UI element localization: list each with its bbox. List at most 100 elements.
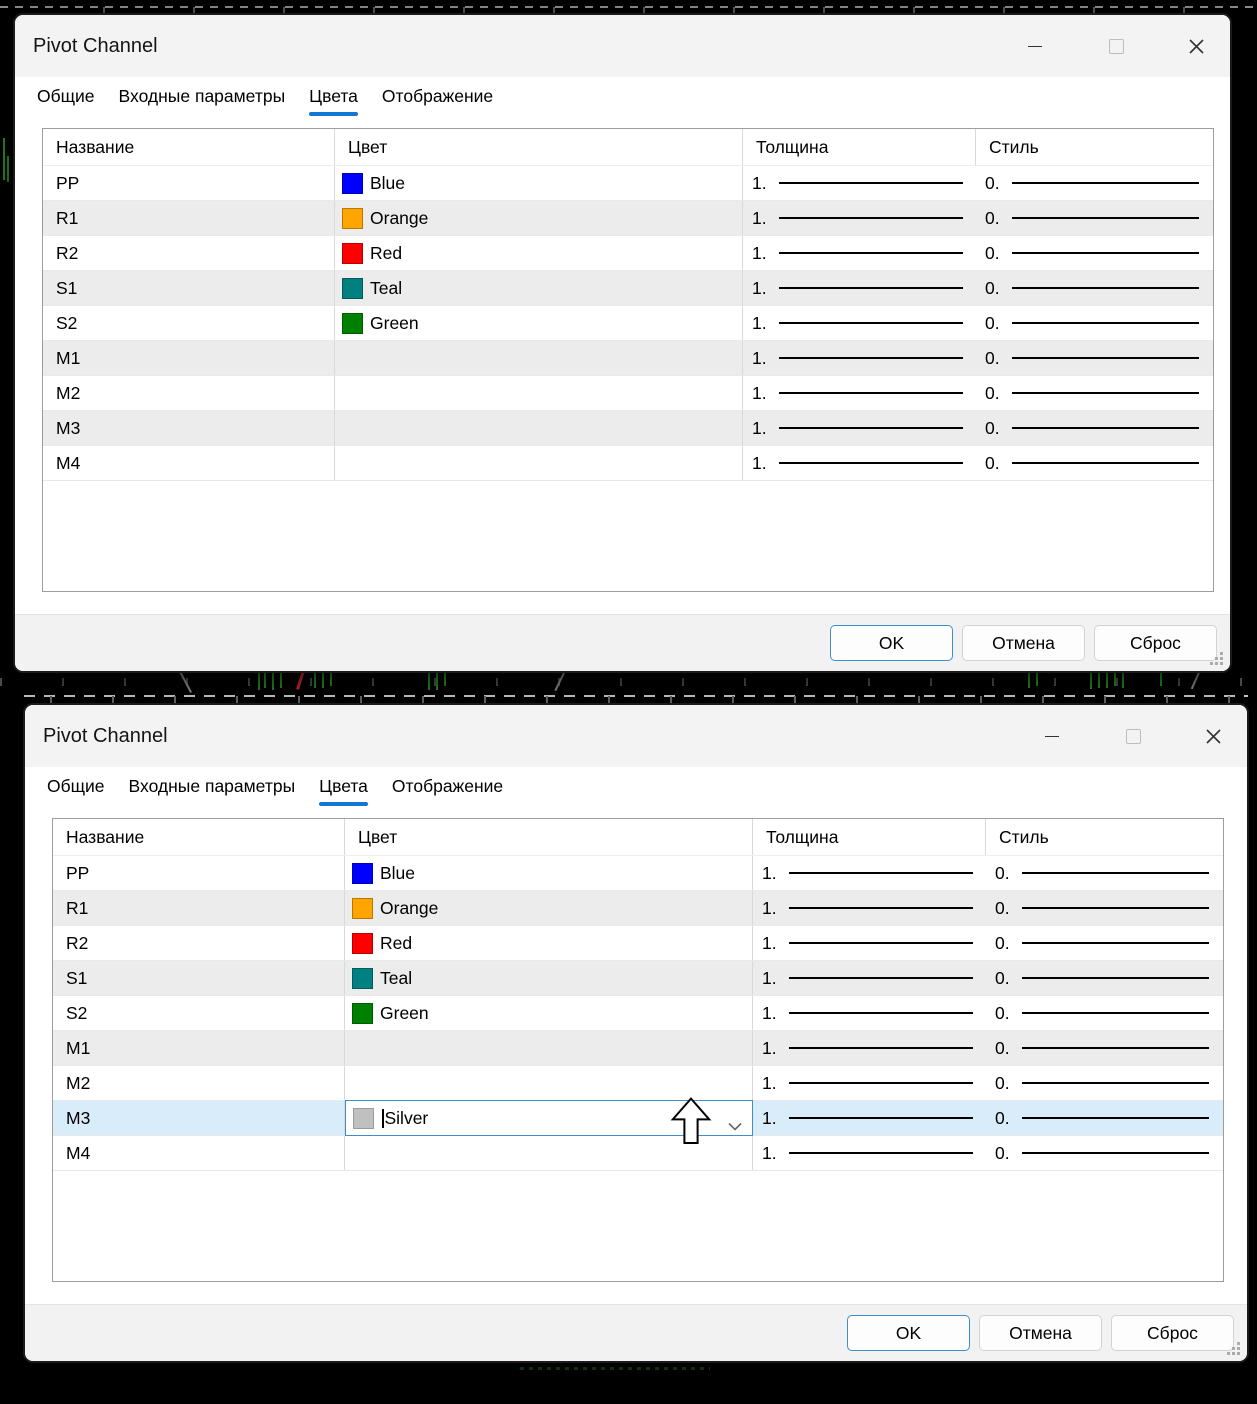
table-row[interactable]: R1 Orange 1. 0. — [53, 891, 1223, 926]
row-thickness-cell[interactable]: 1. — [743, 306, 976, 340]
table-row[interactable]: M3 1. 0. Silver — [53, 1100, 1223, 1136]
tab-colors[interactable]: Цвета — [309, 83, 358, 116]
row-style-cell[interactable]: 0. — [976, 271, 1213, 305]
row-color-cell[interactable]: Orange — [345, 891, 753, 925]
cancel-button[interactable]: Отмена — [979, 1315, 1102, 1351]
tab-visualization[interactable]: Отображение — [392, 773, 503, 797]
maximize-button[interactable] — [1093, 15, 1139, 77]
resize-grip[interactable] — [1237, 1342, 1240, 1345]
color-label: Green — [380, 1002, 429, 1023]
row-style-cell[interactable]: 0. — [976, 411, 1213, 445]
row-thickness-cell[interactable]: 1. — [753, 1136, 986, 1170]
table-row[interactable]: M4 1. 0. — [53, 1136, 1223, 1171]
row-style-cell[interactable]: 0. — [986, 961, 1223, 995]
row-color-cell[interactable]: Blue — [345, 856, 753, 890]
row-thickness-cell[interactable]: 1. — [753, 1066, 986, 1100]
row-style-cell[interactable]: 0. — [986, 1066, 1223, 1100]
minimize-button[interactable] — [1029, 705, 1075, 767]
row-thickness-cell[interactable]: 1. — [753, 961, 986, 995]
row-thickness-cell[interactable]: 1. — [743, 236, 976, 270]
row-color-cell[interactable]: Orange — [335, 201, 743, 235]
reset-button[interactable]: Сброс — [1111, 1315, 1234, 1351]
table-row[interactable]: M1 1. 0. — [43, 341, 1213, 376]
close-button[interactable] — [1173, 15, 1219, 77]
row-thickness-cell[interactable]: 1. — [743, 446, 976, 480]
row-style-cell[interactable]: 0. — [976, 201, 1213, 235]
row-style-cell[interactable]: 0. — [976, 341, 1213, 375]
row-color-cell[interactable]: Blue — [335, 166, 743, 200]
row-color-cell[interactable] — [345, 1136, 753, 1170]
row-thickness-cell[interactable]: 1. — [753, 891, 986, 925]
row-style-cell[interactable]: 0. — [976, 446, 1213, 480]
tab-inputs[interactable]: Входные параметры — [119, 83, 286, 107]
row-thickness-cell[interactable]: 1. — [743, 201, 976, 235]
row-color-cell[interactable] — [335, 411, 743, 445]
maximize-button[interactable] — [1110, 705, 1156, 767]
row-color-cell[interactable]: Teal — [345, 961, 753, 995]
table-row[interactable]: M4 1. 0. — [43, 446, 1213, 481]
row-thickness-cell[interactable]: 1. — [753, 856, 986, 890]
reset-button[interactable]: Сброс — [1094, 625, 1217, 661]
row-thickness-cell[interactable]: 1. — [743, 166, 976, 200]
tab-common[interactable]: Общие — [47, 773, 105, 797]
chevron-down-icon[interactable] — [728, 1115, 742, 1136]
table-row[interactable]: S2 Green 1. 0. — [43, 306, 1213, 341]
tab-inputs[interactable]: Входные параметры — [129, 773, 296, 797]
titlebar[interactable]: Pivot Channel — [25, 705, 1247, 767]
table-row[interactable]: M1 1. 0. — [53, 1031, 1223, 1066]
row-color-cell[interactable]: Red — [345, 926, 753, 960]
close-button[interactable] — [1190, 705, 1236, 767]
table-row[interactable]: R2 Red 1. 0. — [53, 926, 1223, 961]
color-label: Blue — [370, 172, 406, 193]
row-style-cell[interactable]: 0. — [986, 891, 1223, 925]
cancel-button[interactable]: Отмена — [962, 625, 1085, 661]
resize-grip[interactable] — [1220, 652, 1223, 655]
row-thickness-cell[interactable]: 1. — [753, 926, 986, 960]
table-row[interactable]: PP Blue 1. 0. — [53, 856, 1223, 891]
table-row[interactable]: M2 1. 0. — [53, 1066, 1223, 1101]
table-row[interactable]: R2 Red 1. 0. — [43, 236, 1213, 271]
ok-button[interactable]: OK — [830, 625, 953, 661]
row-color-cell[interactable]: Green — [345, 996, 753, 1030]
row-thickness-cell[interactable]: 1. — [753, 1031, 986, 1065]
row-color-cell[interactable] — [335, 446, 743, 480]
titlebar[interactable]: Pivot Channel — [15, 15, 1230, 77]
row-color-cell[interactable] — [335, 376, 743, 410]
table-row[interactable]: S2 Green 1. 0. — [53, 996, 1223, 1031]
row-style-cell[interactable]: 0. — [976, 236, 1213, 270]
table-row[interactable]: M2 1. 0. — [43, 376, 1213, 411]
row-thickness-cell[interactable]: 1. — [753, 996, 986, 1030]
table-row[interactable]: M3 1. 0. — [43, 411, 1213, 446]
row-style-cell[interactable]: 0. — [986, 926, 1223, 960]
row-style-cell[interactable]: 0. — [986, 996, 1223, 1030]
color-combobox[interactable]: Silver — [345, 1100, 753, 1136]
table-row[interactable]: PP Blue 1. 0. — [43, 166, 1213, 201]
row-thickness-cell[interactable]: 1. — [743, 271, 976, 305]
tab-colors[interactable]: Цвета — [319, 773, 368, 806]
row-thickness-cell[interactable]: 1. — [743, 411, 976, 445]
row-color-cell[interactable] — [345, 1031, 753, 1065]
row-color-cell[interactable]: Teal — [335, 271, 743, 305]
row-style-cell[interactable]: 0. — [986, 1136, 1223, 1170]
minimize-button[interactable] — [1012, 15, 1058, 77]
thickness-line-sample — [779, 287, 963, 289]
table-row[interactable]: S1 Teal 1. 0. — [53, 961, 1223, 996]
row-style-cell[interactable]: 0. — [976, 376, 1213, 410]
row-thickness-cell[interactable]: 1. — [753, 1101, 986, 1135]
row-color-cell[interactable] — [335, 341, 743, 375]
row-style-cell[interactable]: 0. — [976, 166, 1213, 200]
row-thickness-cell[interactable]: 1. — [743, 341, 976, 375]
tab-visualization[interactable]: Отображение — [382, 83, 493, 107]
ok-button[interactable]: OK — [847, 1315, 970, 1351]
table-row[interactable]: R1 Orange 1. 0. — [43, 201, 1213, 236]
tab-common[interactable]: Общие — [37, 83, 95, 107]
row-style-cell[interactable]: 0. — [986, 1031, 1223, 1065]
row-style-cell[interactable]: 0. — [986, 1101, 1223, 1135]
row-color-cell[interactable] — [345, 1066, 753, 1100]
row-thickness-cell[interactable]: 1. — [743, 376, 976, 410]
row-color-cell[interactable]: Red — [335, 236, 743, 270]
table-row[interactable]: S1 Teal 1. 0. — [43, 271, 1213, 306]
row-style-cell[interactable]: 0. — [976, 306, 1213, 340]
row-style-cell[interactable]: 0. — [986, 856, 1223, 890]
row-color-cell[interactable]: Green — [335, 306, 743, 340]
